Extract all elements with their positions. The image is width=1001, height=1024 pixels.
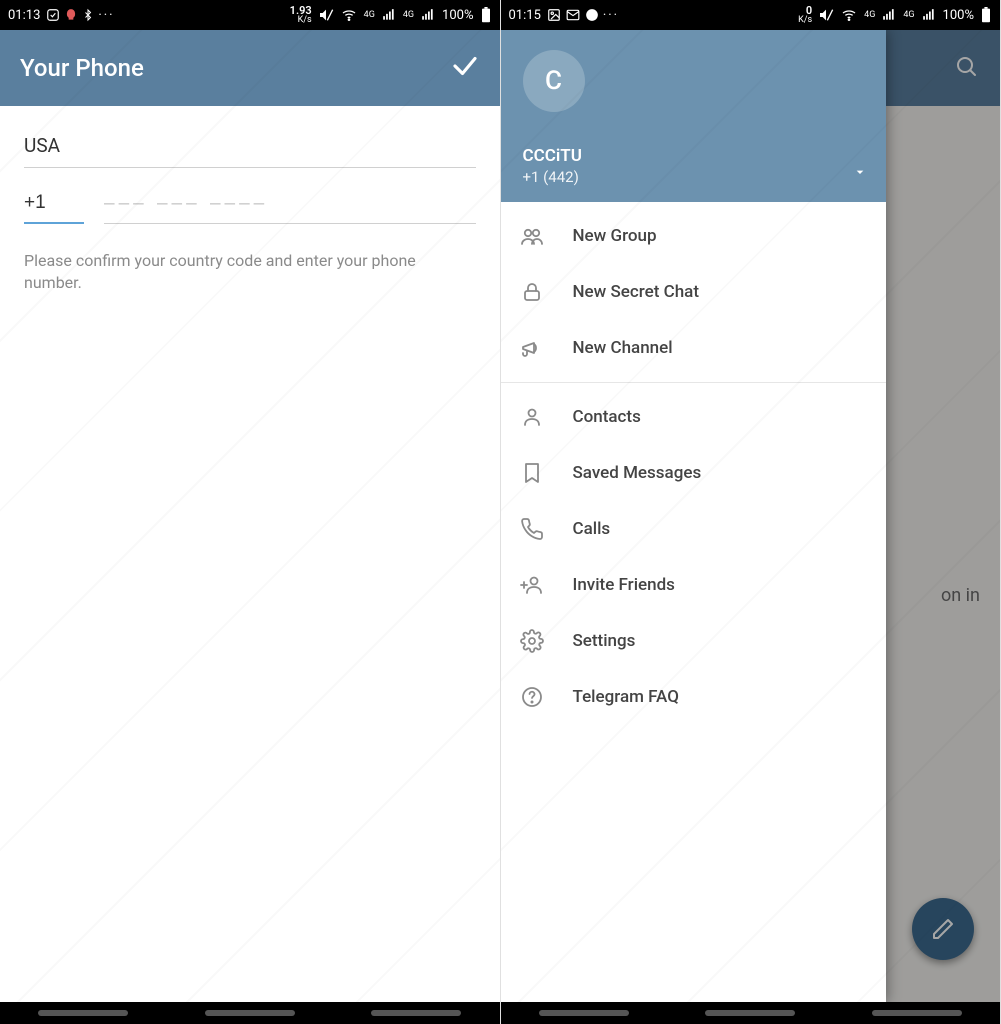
- status-right-icons: ···: [547, 8, 619, 23]
- mail-icon: [565, 8, 581, 22]
- login-form: USA Please confirm your country code and…: [0, 106, 500, 1002]
- battery-icon: [980, 7, 992, 23]
- drawer-phone: +1 (442): [523, 168, 866, 186]
- network-speed: 1.93K/s: [290, 5, 312, 25]
- status-bar-right: 01:15 ··· 0K/s 4G 4G 100%: [501, 0, 1001, 30]
- bluetooth-icon: [82, 8, 94, 22]
- menu-item-new-channel[interactable]: New Channel: [501, 320, 886, 376]
- check-icon: [450, 51, 480, 81]
- menu-item-new-secret-chat[interactable]: New Secret Chat: [501, 264, 886, 320]
- menu-item-label: Contacts: [573, 407, 641, 427]
- appbar-left: Your Phone: [0, 30, 500, 106]
- country-field[interactable]: USA: [24, 128, 476, 168]
- menu-item-label: New Secret Chat: [573, 282, 700, 302]
- menu-item-calls[interactable]: Calls: [501, 501, 886, 557]
- bookmark-icon: [519, 460, 545, 486]
- nav-recent[interactable]: [38, 1010, 128, 1016]
- nav-drawer: C CCCiTU +1 (442) New Group New Secret Ch…: [501, 30, 886, 1002]
- phone-right: 01:15 ··· 0K/s 4G 4G 100% on in: [501, 0, 1001, 1024]
- call-icon: [519, 516, 545, 542]
- nav-recent[interactable]: [539, 1010, 629, 1016]
- nav-home[interactable]: [705, 1010, 795, 1016]
- mute-icon: [818, 7, 834, 23]
- signal-icon: [381, 8, 397, 22]
- lock-icon: [519, 279, 545, 305]
- right-body: on in C CCCiTU +1 (442) New GroupNew Sec…: [501, 30, 1001, 1002]
- battery-pct: 100%: [442, 8, 473, 23]
- nav-home[interactable]: [205, 1010, 295, 1016]
- menu-item-new-group[interactable]: New Group: [501, 208, 886, 264]
- menu-item-label: Saved Messages: [573, 463, 702, 483]
- net-label-2: 4G: [403, 10, 414, 20]
- network-speed: 0K/s: [798, 5, 812, 25]
- drawer-username: CCCiTU: [523, 146, 866, 166]
- account-expand-button[interactable]: [852, 164, 868, 184]
- drawer-menu: New Group New Secret Chat New Channel Conta…: [501, 202, 886, 1002]
- clock: 01:13: [8, 8, 40, 23]
- menu-item-label: New Group: [573, 226, 657, 246]
- signal-icon-2: [420, 8, 436, 22]
- status-left-icons: ···: [46, 8, 114, 23]
- page-title: Your Phone: [20, 54, 450, 82]
- menu-item-label: Telegram FAQ: [573, 687, 679, 707]
- image-icon: [547, 8, 561, 22]
- phone-number-input[interactable]: [104, 193, 476, 224]
- mute-icon: [318, 7, 334, 23]
- nav-back[interactable]: [371, 1010, 461, 1016]
- net-label-2: 4G: [903, 10, 914, 20]
- menu-item-label: Invite Friends: [573, 575, 675, 595]
- menu-item-label: Settings: [573, 631, 636, 651]
- net-label: 4G: [864, 10, 875, 20]
- wifi-icon: [840, 7, 858, 23]
- net-label: 4G: [364, 10, 375, 20]
- confirm-button[interactable]: [450, 51, 480, 85]
- invite-icon: [519, 572, 545, 598]
- menu-item-settings[interactable]: Settings: [501, 613, 886, 669]
- help-icon: [519, 684, 545, 710]
- menu-item-invite-friends[interactable]: Invite Friends: [501, 557, 886, 613]
- chevron-down-icon: [852, 164, 868, 180]
- country-code-input[interactable]: [24, 192, 84, 224]
- menu-item-contacts[interactable]: Contacts: [501, 389, 886, 445]
- group-icon: [519, 223, 545, 249]
- menu-item-telegram-faq[interactable]: Telegram FAQ: [501, 669, 886, 725]
- android-navbar-left: [0, 1002, 500, 1024]
- android-navbar-right: [501, 1002, 1001, 1024]
- battery-icon: [480, 7, 492, 23]
- avatar[interactable]: C: [523, 50, 585, 112]
- drawer-header: C CCCiTU +1 (442): [501, 30, 886, 202]
- signal-icon: [881, 8, 897, 22]
- signal-icon-2: [921, 8, 937, 22]
- checkbox-icon: [46, 8, 60, 22]
- nav-back[interactable]: [872, 1010, 962, 1016]
- menu-item-label: New Channel: [573, 338, 673, 358]
- menu-separator: [501, 382, 886, 383]
- voice-off-icon: [64, 8, 78, 22]
- clock: 01:15: [509, 8, 541, 23]
- chat-icon: [585, 8, 599, 22]
- menu-item-label: Calls: [573, 519, 611, 539]
- status-bar-left: 01:13 ··· 1.93K/s 4G 4G 100%: [0, 0, 500, 30]
- wifi-icon: [340, 7, 358, 23]
- battery-pct: 100%: [943, 8, 974, 23]
- gear-icon: [519, 628, 545, 654]
- phone-left: 01:13 ··· 1.93K/s 4G 4G 100% Your Phone …: [0, 0, 501, 1024]
- person-icon: [519, 404, 545, 430]
- megaphone-icon: [519, 335, 545, 361]
- menu-item-saved-messages[interactable]: Saved Messages: [501, 445, 886, 501]
- hint-text: Please confirm your country code and ent…: [24, 250, 476, 295]
